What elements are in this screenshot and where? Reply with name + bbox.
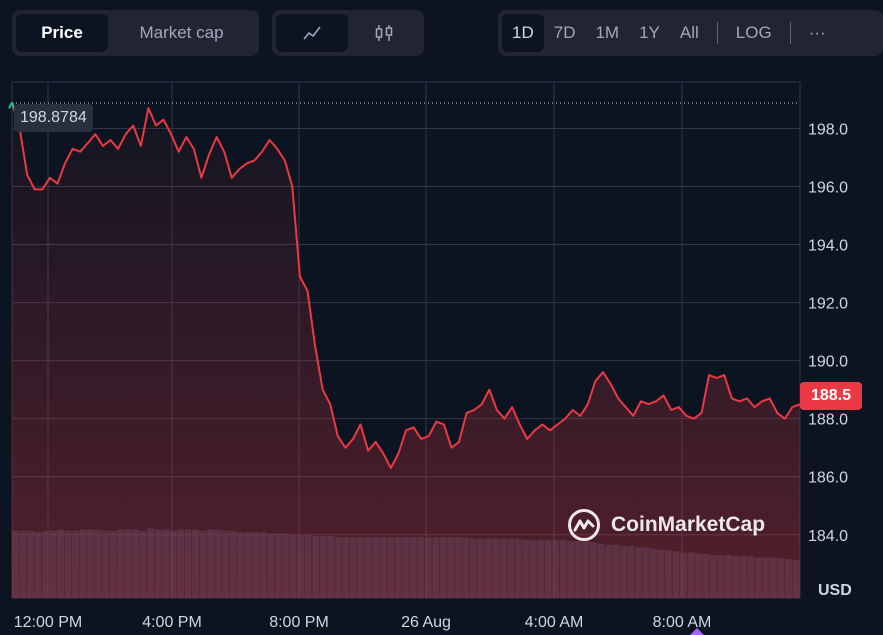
x-tick-label: 26 Aug (401, 614, 451, 631)
y-tick-label: 188.0 (808, 412, 848, 429)
coinmarketcap-watermark: CoinMarketCap (567, 508, 765, 542)
currency-label: USD (818, 582, 852, 599)
coinmarketcap-logo-icon (568, 509, 600, 541)
x-tick-label: 8:00 PM (269, 614, 329, 631)
high-price-label: 198.8784 (14, 104, 93, 132)
x-tick-label: 12:00 PM (14, 614, 82, 631)
y-tick-label: 194.0 (808, 238, 848, 255)
y-tick-label: 198.0 (808, 121, 848, 138)
y-tick-label: 184.0 (808, 528, 848, 545)
y-tick-label: 190.0 (808, 354, 848, 371)
current-price-label: 188.5 (800, 382, 862, 410)
x-tick-label: 4:00 PM (142, 614, 202, 631)
x-tick-label: 8:00 AM (653, 614, 712, 631)
watermark-label: CoinMarketCap (611, 513, 766, 536)
y-tick-label: 186.0 (808, 470, 848, 487)
y-tick-label: 196.0 (808, 179, 848, 196)
y-axis: 198.0 196.0 194.0 192.0 190.0 188.0 186.0 184.0 (808, 121, 848, 544)
x-axis: 12:00 PM 4:00 PM 8:00 PM 26 Aug 4:00 AM 8:00 … (14, 614, 712, 631)
x-tick-label: 4:00 AM (525, 614, 584, 631)
y-tick-label: 192.0 (808, 296, 848, 313)
